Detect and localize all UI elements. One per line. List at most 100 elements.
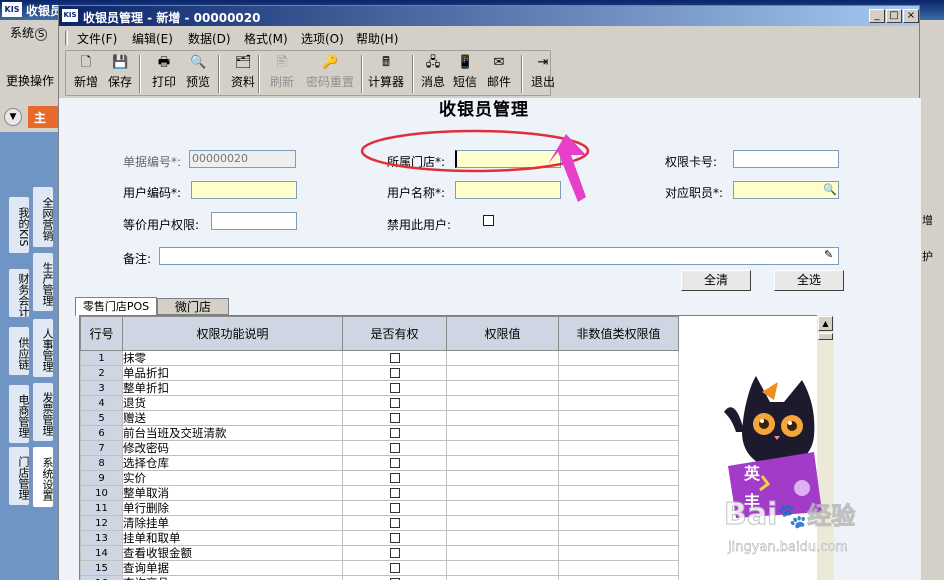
- toolbar-button-password-reset[interactable]: 🔑 密码重置: [300, 53, 360, 93]
- non-numeric-value-cell[interactable]: [558, 575, 679, 580]
- maximize-button[interactable]: □: [886, 9, 902, 23]
- minimize-button[interactable]: _: [869, 9, 885, 23]
- has-permission-checkbox[interactable]: [389, 458, 400, 468]
- non-numeric-value-cell[interactable]: [558, 560, 679, 576]
- close-button[interactable]: ×: [903, 9, 919, 23]
- toolbar-button-new-doc[interactable]: 🗋 新增: [70, 53, 102, 93]
- has-permission-checkbox[interactable]: [389, 368, 400, 378]
- has-permission-checkbox[interactable]: [389, 548, 400, 558]
- non-numeric-value-cell[interactable]: [558, 515, 679, 531]
- permission-value-cell[interactable]: [446, 410, 559, 426]
- permission-value-cell[interactable]: [446, 395, 559, 411]
- table-row[interactable]: 15 查询单据: [80, 560, 679, 576]
- remark-edit-icon[interactable]: ✎: [824, 248, 838, 263]
- table-row[interactable]: 7 修改密码: [80, 440, 679, 456]
- toolbar-button-exit[interactable]: ⇥ 退出: [528, 53, 558, 93]
- toolbar-button-print[interactable]: 🖶 打印: [148, 53, 180, 93]
- table-row[interactable]: 9 实价: [80, 470, 679, 486]
- equiv-user-field[interactable]: [211, 212, 297, 230]
- user-code-field[interactable]: [191, 181, 297, 199]
- nav-tab-left-1[interactable]: 我的KIS: [8, 196, 30, 254]
- tab-retail-pos[interactable]: 零售门店POS: [75, 297, 157, 316]
- staff-search-icon[interactable]: 🔍: [823, 183, 837, 196]
- change-operator-button[interactable]: 更换操作: [6, 72, 54, 89]
- select-all-button[interactable]: 全选: [774, 270, 844, 291]
- nav-tab-right-5[interactable]: 系统设置: [32, 446, 54, 508]
- nav-tab-left-5[interactable]: 门店管理: [8, 446, 30, 506]
- column-header[interactable]: 非数值类权限值: [558, 316, 679, 351]
- menu-data[interactable]: 数据(D): [188, 30, 231, 47]
- permission-value-cell[interactable]: [446, 470, 559, 486]
- has-permission-checkbox[interactable]: [389, 353, 400, 363]
- non-numeric-value-cell[interactable]: [558, 425, 679, 441]
- nav-tab-right-4[interactable]: 发票管理: [32, 382, 54, 442]
- column-header[interactable]: 行号: [80, 316, 123, 351]
- non-numeric-value-cell[interactable]: [558, 470, 679, 486]
- permission-value-cell[interactable]: [446, 455, 559, 471]
- nav-tab-right-1[interactable]: 全网营销: [32, 186, 54, 248]
- table-row[interactable]: 4 退货: [80, 395, 679, 411]
- toolbar-button-save[interactable]: 💾 保存: [104, 53, 136, 93]
- permission-value-cell[interactable]: [446, 515, 559, 531]
- non-numeric-value-cell[interactable]: [558, 530, 679, 546]
- has-permission-checkbox[interactable]: [389, 398, 400, 408]
- table-row[interactable]: 3 整单折扣: [80, 380, 679, 396]
- non-numeric-value-cell[interactable]: [558, 545, 679, 561]
- permission-value-cell[interactable]: [446, 560, 559, 576]
- table-row[interactable]: 16查询商品: [80, 575, 679, 580]
- toolbar-button-mail[interactable]: ✉ 邮件: [484, 53, 514, 93]
- column-header[interactable]: 是否有权: [342, 316, 447, 351]
- non-numeric-value-cell[interactable]: [558, 410, 679, 426]
- non-numeric-value-cell[interactable]: [558, 395, 679, 411]
- non-numeric-value-cell[interactable]: [558, 455, 679, 471]
- toolbar-button-sms[interactable]: 📱 短信: [450, 53, 480, 93]
- remark-field[interactable]: [159, 247, 839, 265]
- column-header[interactable]: 权限值: [446, 316, 559, 351]
- main-tab[interactable]: 主: [28, 106, 58, 128]
- non-numeric-value-cell[interactable]: [558, 365, 679, 381]
- has-permission-checkbox[interactable]: [389, 563, 400, 573]
- nav-tab-right-3[interactable]: 人事管理: [32, 318, 54, 378]
- has-permission-checkbox[interactable]: [389, 518, 400, 528]
- table-row[interactable]: 5 赠送: [80, 410, 679, 426]
- column-header[interactable]: 权限功能说明: [122, 316, 343, 351]
- store-field[interactable]: [455, 150, 561, 168]
- non-numeric-value-cell[interactable]: [558, 485, 679, 501]
- has-permission-checkbox[interactable]: [389, 473, 400, 483]
- toolbar-button-refresh[interactable]: 🖹 刷新: [268, 53, 296, 93]
- permission-value-cell[interactable]: [446, 425, 559, 441]
- toolbar-button-preview[interactable]: 🔍 预览: [182, 53, 214, 93]
- permission-value-cell[interactable]: [446, 380, 559, 396]
- table-row[interactable]: 1 抹零: [80, 350, 679, 366]
- has-permission-checkbox[interactable]: [389, 533, 400, 543]
- disable-user-checkbox[interactable]: [483, 215, 494, 226]
- non-numeric-value-cell[interactable]: [558, 500, 679, 516]
- clear-all-button[interactable]: 全清: [681, 270, 751, 291]
- collapse-chevron-icon[interactable]: ▼: [4, 108, 22, 126]
- menu-edit[interactable]: 编辑(E): [132, 30, 173, 47]
- table-row[interactable]: 12 清除挂单: [80, 515, 679, 531]
- table-row[interactable]: 10 整单取消: [80, 485, 679, 501]
- table-row[interactable]: 8 选择仓库: [80, 455, 679, 471]
- permission-value-cell[interactable]: [446, 440, 559, 456]
- permission-value-cell[interactable]: [446, 350, 559, 366]
- non-numeric-value-cell[interactable]: [558, 380, 679, 396]
- toolbar-button-data[interactable]: 🗂 资料: [224, 53, 262, 93]
- scroll-up-arrow-icon[interactable]: ▲: [818, 316, 833, 331]
- table-row[interactable]: 6 前台当班及交班清款: [80, 425, 679, 441]
- permission-value-cell[interactable]: [446, 365, 559, 381]
- user-name-field[interactable]: [455, 181, 561, 199]
- table-row[interactable]: 11 单行删除: [80, 500, 679, 516]
- menu-file[interactable]: 文件(F): [77, 30, 117, 47]
- has-permission-checkbox[interactable]: [389, 443, 400, 453]
- card-no-field[interactable]: [733, 150, 839, 168]
- permission-value-cell[interactable]: [446, 545, 559, 561]
- permission-value-cell[interactable]: [446, 500, 559, 516]
- has-permission-checkbox[interactable]: [389, 488, 400, 498]
- non-numeric-value-cell[interactable]: [558, 440, 679, 456]
- background-system-menu[interactable]: 系统 S: [10, 24, 48, 41]
- menu-format[interactable]: 格式(M): [244, 30, 288, 47]
- window-titlebar[interactable]: 收银员管理 - 新增 - 00000020: [59, 6, 919, 26]
- table-row[interactable]: 13 挂单和取单: [80, 530, 679, 546]
- nav-tab-right-2[interactable]: 生产管理: [32, 252, 54, 312]
